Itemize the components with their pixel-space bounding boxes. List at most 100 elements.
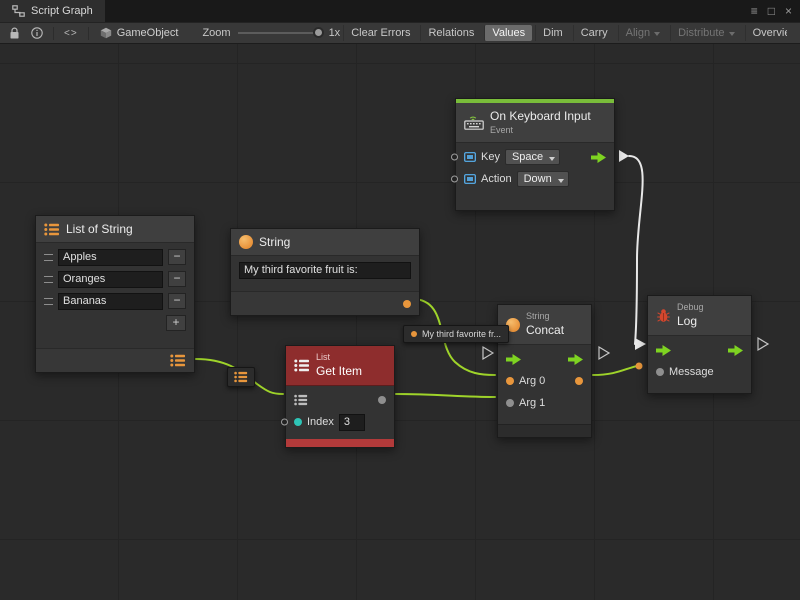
close-icon[interactable]: × (785, 4, 792, 18)
flow-port-hint-triangle (758, 338, 768, 350)
carry-toggle[interactable]: Carry (573, 25, 615, 41)
remove-item-button[interactable]: − (168, 249, 186, 265)
node-list-of-string[interactable]: List of String − − − (35, 215, 195, 373)
key-dropdown[interactable]: Space (505, 149, 560, 165)
string-output-port[interactable] (403, 300, 411, 308)
info-icon (31, 27, 43, 39)
node-concat[interactable]: String Concat Arg 0 Arg 1 (497, 304, 592, 438)
wire-getitem-to-concat-arg1[interactable] (396, 394, 495, 397)
list-item-row: − (36, 290, 194, 312)
key-label: Key (481, 151, 500, 163)
code-view-button[interactable]: <> (60, 28, 82, 39)
item-output-port[interactable] (378, 396, 386, 404)
graph-canvas[interactable]: List of String − − − (0, 44, 800, 600)
node-string-literal[interactable]: String (230, 228, 420, 316)
index-value-port[interactable] (281, 419, 288, 426)
list-icon (234, 371, 248, 383)
flow-wire-end-arrow (635, 338, 646, 350)
string-type-icon (239, 235, 253, 249)
message-row: Message (648, 361, 751, 383)
list-icon (294, 359, 310, 372)
flow-input-arrow-icon[interactable] (506, 354, 521, 365)
flow-port-hint-triangle (483, 347, 493, 359)
node-subtitle: Event (490, 125, 591, 137)
align-label: Align (626, 27, 650, 39)
arg0-label: Arg 0 (519, 375, 545, 387)
zoom-slider-knob[interactable] (313, 27, 324, 38)
flow-output-arrow-icon[interactable] (568, 354, 583, 365)
list-item-row: − (36, 268, 194, 290)
flow-output-arrow-icon[interactable] (728, 345, 743, 356)
wire-keyboard-to-log-flow[interactable] (629, 156, 643, 344)
node-get-item[interactable]: List Get Item Index (285, 345, 395, 448)
menu-icon[interactable]: ≡ (751, 4, 758, 18)
keyboard-icon (464, 115, 484, 130)
drag-handle-icon[interactable] (44, 298, 53, 305)
message-input-port[interactable] (656, 368, 664, 376)
window-controls: ≡ □ × (743, 0, 800, 22)
action-value-port[interactable] (451, 176, 458, 183)
key-value-port[interactable] (451, 154, 458, 161)
node-debug-log[interactable]: Debug Log Message (647, 295, 752, 394)
gameobject-cube-icon (100, 27, 112, 39)
list-icon (44, 223, 60, 236)
distribute-label: Distribute (678, 27, 724, 39)
relations-toggle[interactable]: Relations (420, 25, 481, 41)
list-input-row (286, 389, 394, 411)
list-input-port-icon[interactable] (294, 394, 308, 406)
node-header[interactable]: List of String (36, 216, 194, 243)
wire-value-preview-string: My third favorite fr... (403, 325, 509, 343)
list-item-input[interactable] (58, 271, 163, 288)
result-output-port[interactable] (575, 377, 583, 385)
node-footer (498, 424, 591, 437)
lock-button[interactable] (5, 27, 24, 40)
list-output-port-icon[interactable] (170, 354, 186, 367)
flow-row (648, 339, 751, 361)
node-on-keyboard-input[interactable]: On Keyboard Input Event Key Space Action (455, 98, 615, 211)
node-header[interactable]: Debug Log (648, 296, 751, 336)
message-label: Message (669, 366, 714, 378)
list-item-input[interactable] (58, 249, 163, 266)
node-category: List (316, 352, 362, 364)
dim-toggle[interactable]: Dim (535, 25, 570, 41)
add-item-button[interactable]: + (166, 315, 186, 331)
remove-item-button[interactable]: − (168, 271, 186, 287)
node-header[interactable]: On Keyboard Input Event (456, 103, 614, 143)
tab-script-graph[interactable]: Script Graph (0, 0, 105, 22)
node-category: Debug (677, 302, 704, 314)
arg1-input-port[interactable] (506, 399, 514, 407)
maximize-icon[interactable]: □ (768, 4, 775, 18)
gameobject-selector[interactable]: GameObject (95, 27, 184, 39)
drag-handle-icon[interactable] (44, 276, 53, 283)
carry-label: Carry (581, 27, 608, 39)
wire-concat-to-log-message[interactable] (593, 366, 637, 375)
index-label: Index (307, 416, 334, 428)
node-header[interactable]: List Get Item (286, 346, 394, 386)
index-input[interactable] (339, 414, 365, 431)
node-header[interactable]: String Concat (498, 305, 591, 345)
chevron-down-icon (654, 32, 660, 36)
info-button[interactable] (27, 27, 47, 39)
clear-errors-button[interactable]: Clear Errors (343, 25, 417, 41)
action-dropdown[interactable]: Down (517, 171, 569, 187)
wire-value-badge-list (227, 367, 255, 387)
align-dropdown[interactable]: Align (618, 25, 667, 41)
distribute-dropdown[interactable]: Distribute (670, 25, 741, 41)
zoom-slider[interactable] (238, 32, 322, 34)
node-title: Concat (526, 323, 564, 339)
flow-input-arrow-icon[interactable] (656, 345, 671, 356)
event-flow-output-arrow-icon[interactable] (591, 152, 606, 163)
drag-handle-icon[interactable] (44, 254, 53, 261)
overview-button[interactable]: Overview (745, 25, 787, 41)
node-category: String (526, 311, 564, 323)
flow-wire-start-arrow (619, 150, 629, 162)
tabbar-spacer (105, 0, 743, 22)
string-value-row (231, 259, 419, 281)
arg0-input-port[interactable] (506, 377, 514, 385)
values-toggle[interactable]: Values (484, 25, 532, 41)
string-value-input[interactable] (239, 262, 411, 279)
node-header[interactable]: String (231, 229, 419, 256)
list-item-input[interactable] (58, 293, 163, 310)
remove-item-button[interactable]: − (168, 293, 186, 309)
tab-bar: Script Graph ≡ □ × (0, 0, 800, 22)
